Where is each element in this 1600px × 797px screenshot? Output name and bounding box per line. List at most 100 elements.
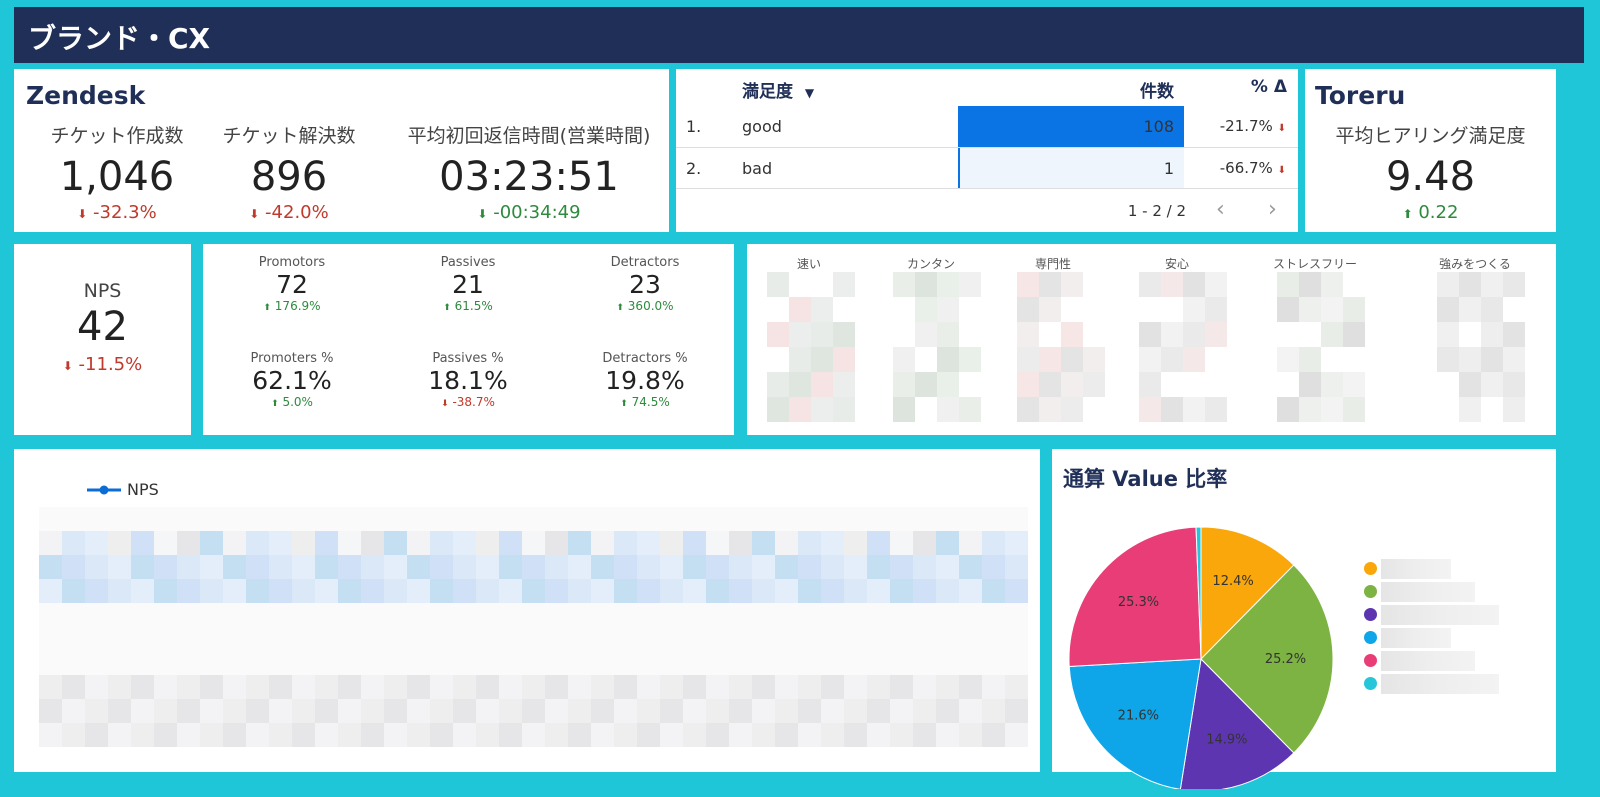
pie-slice-label: 21.6% <box>1118 709 1159 724</box>
row-count: 108 <box>1116 117 1174 136</box>
trend-cell <box>821 675 844 699</box>
trend-cell <box>154 723 177 747</box>
legend-label-blurred <box>1381 651 1475 671</box>
trend-cell <box>39 699 62 723</box>
trend-cell <box>453 723 476 747</box>
legend-label-blurred <box>1381 628 1451 648</box>
trend-cell <box>545 507 568 531</box>
trend-cell <box>890 579 913 603</box>
trend-cell <box>545 699 568 723</box>
trend-cell <box>775 651 798 675</box>
trend-cell <box>982 579 1005 603</box>
next-page-icon[interactable]: › <box>1268 197 1277 222</box>
column-header-delta[interactable]: % Δ <box>1221 77 1287 97</box>
trend-cell <box>614 507 637 531</box>
trend-cell <box>959 675 982 699</box>
trend-cell <box>660 555 683 579</box>
trend-cell <box>729 579 752 603</box>
heatmap-cell <box>959 397 981 422</box>
trend-cell <box>154 603 177 627</box>
trend-cell <box>453 651 476 675</box>
trend-cell <box>223 699 246 723</box>
trend-cell <box>591 651 614 675</box>
trend-cell <box>361 723 384 747</box>
metric-label: Passives % <box>393 351 543 366</box>
trend-cell <box>729 531 752 555</box>
trend-cell <box>660 675 683 699</box>
trend-cell <box>39 555 62 579</box>
trend-cell <box>844 579 867 603</box>
trend-cell <box>959 555 982 579</box>
column-header-satisfaction[interactable]: 満足度 ▼ <box>742 77 814 102</box>
trend-cell <box>706 675 729 699</box>
trend-cell <box>131 603 154 627</box>
trend-cell <box>959 627 982 651</box>
trend-cell <box>1005 723 1028 747</box>
trend-cell <box>338 723 361 747</box>
trend-cell <box>568 627 591 651</box>
trend-cell <box>729 651 752 675</box>
trend-cell <box>867 675 890 699</box>
trend-cell <box>959 531 982 555</box>
trend-cell <box>39 603 62 627</box>
table-row[interactable]: 1. good 108 -21.7% ⬇ <box>676 106 1298 148</box>
trend-cell <box>844 531 867 555</box>
trend-cell <box>223 507 246 531</box>
trend-cell <box>361 603 384 627</box>
sort-desc-icon[interactable]: ▼ <box>805 86 814 100</box>
trend-cell <box>821 627 844 651</box>
trend-cell <box>315 651 338 675</box>
prev-page-icon[interactable]: ‹ <box>1216 197 1225 222</box>
trend-cell <box>798 675 821 699</box>
heatmap-cell <box>811 397 833 422</box>
heatmap-cells-blurred <box>767 272 1547 422</box>
trend-cell <box>844 603 867 627</box>
trend-cell <box>913 507 936 531</box>
table-row[interactable]: 2. bad 1 -66.7% ⬇ <box>676 148 1298 189</box>
trend-cell <box>453 531 476 555</box>
trend-cell <box>821 531 844 555</box>
heatmap-cell <box>1061 272 1083 297</box>
trend-cell <box>315 675 338 699</box>
trend-cell <box>683 675 706 699</box>
trend-cell <box>338 603 361 627</box>
trend-cell <box>338 555 361 579</box>
trend-cell <box>269 531 292 555</box>
detractors-metric: Detractors 23 ⬆ 360.0% <box>570 255 720 313</box>
trend-cell <box>752 579 775 603</box>
trend-cell <box>637 651 660 675</box>
column-header-count[interactable]: 件数 <box>1116 77 1174 102</box>
heatmap-cell <box>1299 272 1321 297</box>
trend-cell <box>844 723 867 747</box>
satisfaction-table: 満足度 ▼ 件数 % Δ 1. good 108 -21.7% ⬇ 2. bad… <box>676 69 1298 232</box>
trend-cell <box>867 699 890 723</box>
trend-cell <box>476 507 499 531</box>
trend-cell <box>315 627 338 651</box>
trend-cell <box>108 723 131 747</box>
trend-cell <box>476 699 499 723</box>
pie-slice[interactable] <box>1069 659 1201 789</box>
trend-cell <box>545 723 568 747</box>
trend-cell <box>154 675 177 699</box>
trend-cell <box>844 651 867 675</box>
trend-cell <box>85 651 108 675</box>
heatmap-cell <box>915 372 937 397</box>
trend-cell <box>683 627 706 651</box>
metric-value: 21 <box>393 270 543 299</box>
trend-cell <box>913 531 936 555</box>
ticket-created-metric: チケット作成数 1,046 ⬇ -32.3% <box>32 121 202 223</box>
trend-cell <box>131 651 154 675</box>
heatmap-cell <box>1017 397 1039 422</box>
trend-cell <box>683 651 706 675</box>
trend-cell <box>154 699 177 723</box>
heatmap-cell <box>1481 347 1503 372</box>
heatmap-cell <box>1183 347 1205 372</box>
trend-cell <box>384 651 407 675</box>
hearing-satisfaction-metric: 平均ヒアリング満足度 9.48 ⬆ 0.22 <box>1305 121 1556 223</box>
trend-cell <box>867 627 890 651</box>
trend-cell <box>1005 579 1028 603</box>
trend-cell <box>269 675 292 699</box>
trend-cell <box>407 603 430 627</box>
trend-cell <box>545 651 568 675</box>
trend-cell <box>867 579 890 603</box>
